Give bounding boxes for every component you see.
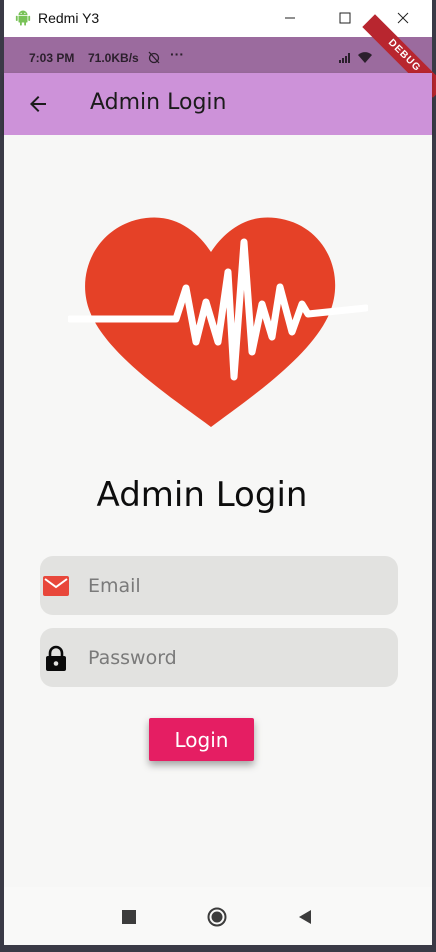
mail-icon [43, 576, 69, 596]
status-net-speed: 71.0KB/s [88, 51, 139, 65]
password-field[interactable] [40, 628, 398, 687]
circle-icon[interactable] [207, 907, 227, 927]
close-button[interactable] [388, 6, 418, 30]
android-status-bar: 7:03 PM 71.0KB/s ··· DEBUG [4, 14, 436, 98]
email-input[interactable] [88, 556, 378, 615]
lock-icon [46, 645, 66, 671]
window-title: Redmi Y3 [38, 10, 100, 26]
minimize-icon [285, 17, 295, 19]
emulator-window: Redmi Y3 7:03 PM 71.0KB/s ··· DEBUG Admi… [4, 0, 436, 945]
password-input[interactable] [88, 628, 378, 687]
maximize-icon [339, 12, 351, 24]
triangle-back-icon[interactable] [295, 907, 315, 927]
status-time: 7:03 PM [29, 51, 75, 65]
maximize-button[interactable] [330, 6, 360, 30]
minimize-button[interactable] [275, 6, 305, 30]
android-nav-bar [4, 887, 432, 945]
heart-pulse-logo [68, 217, 368, 427]
app-bar: Admin Login [4, 73, 432, 135]
app-bar-title: Admin Login [90, 90, 227, 115]
close-icon [397, 12, 409, 24]
square-icon[interactable] [119, 907, 139, 927]
alarm-off-icon [148, 51, 160, 64]
login-screen: Admin Login Login [4, 135, 432, 887]
arrow-back-icon[interactable] [26, 92, 50, 116]
login-button[interactable]: Login [149, 718, 254, 761]
email-field[interactable] [40, 556, 398, 615]
android-icon [15, 10, 31, 26]
status-more: ··· [170, 46, 184, 62]
page-heading: Admin Login [96, 475, 308, 515]
